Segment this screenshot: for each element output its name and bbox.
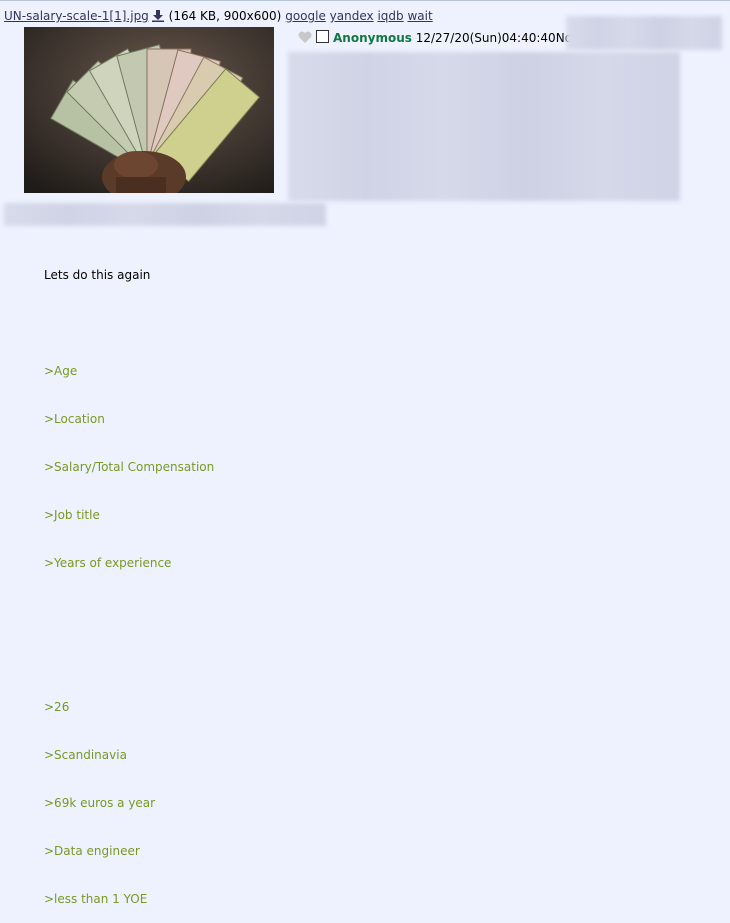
- file-info: UN-salary-scale-1[1].jpg (164 KB, 900x60…: [4, 9, 433, 24]
- file-meta: (164 KB, 900x600): [168, 9, 282, 23]
- search-link-google[interactable]: google: [285, 9, 326, 23]
- download-icon[interactable]: [151, 10, 164, 22]
- top-border: [0, 0, 730, 1]
- greentext-line: >Years of experience: [44, 556, 172, 570]
- greentext-line: >Age: [44, 364, 78, 378]
- post-header: Anonymous 12/27/20(Sun)04:40:40No: [298, 30, 572, 46]
- file-link[interactable]: UN-salary-scale-1[1].jpg: [4, 9, 149, 23]
- heart-icon[interactable]: [298, 31, 312, 43]
- redacted-area: [288, 52, 680, 201]
- post-datetime: 12/27/20(Sun)04:40:40: [415, 31, 556, 45]
- greentext-line: >Job title: [44, 508, 100, 522]
- redacted-area: [566, 16, 722, 50]
- greentext-line: >Location: [44, 412, 105, 426]
- search-link-yandex[interactable]: yandex: [330, 9, 374, 23]
- post-checkbox[interactable]: [316, 30, 329, 43]
- greentext-line: >Data engineer: [44, 844, 140, 858]
- greentext-line: >less than 1 YOE: [44, 892, 148, 906]
- redacted-area: [4, 203, 326, 226]
- poster-name: Anonymous: [333, 31, 412, 45]
- post-message: Lets do this again >Age >Location >Salar…: [44, 235, 214, 923]
- post-thumbnail[interactable]: [24, 27, 274, 193]
- search-link-wait[interactable]: wait: [407, 9, 432, 23]
- post-text-line: Lets do this again: [44, 268, 151, 282]
- greentext-line: >26: [44, 700, 70, 714]
- greentext-line: >69k euros a year: [44, 796, 156, 810]
- search-link-iqdb[interactable]: iqdb: [377, 9, 403, 23]
- greentext-line: >Scandinavia: [44, 748, 127, 762]
- greentext-line: >Salary/Total Compensation: [44, 460, 215, 474]
